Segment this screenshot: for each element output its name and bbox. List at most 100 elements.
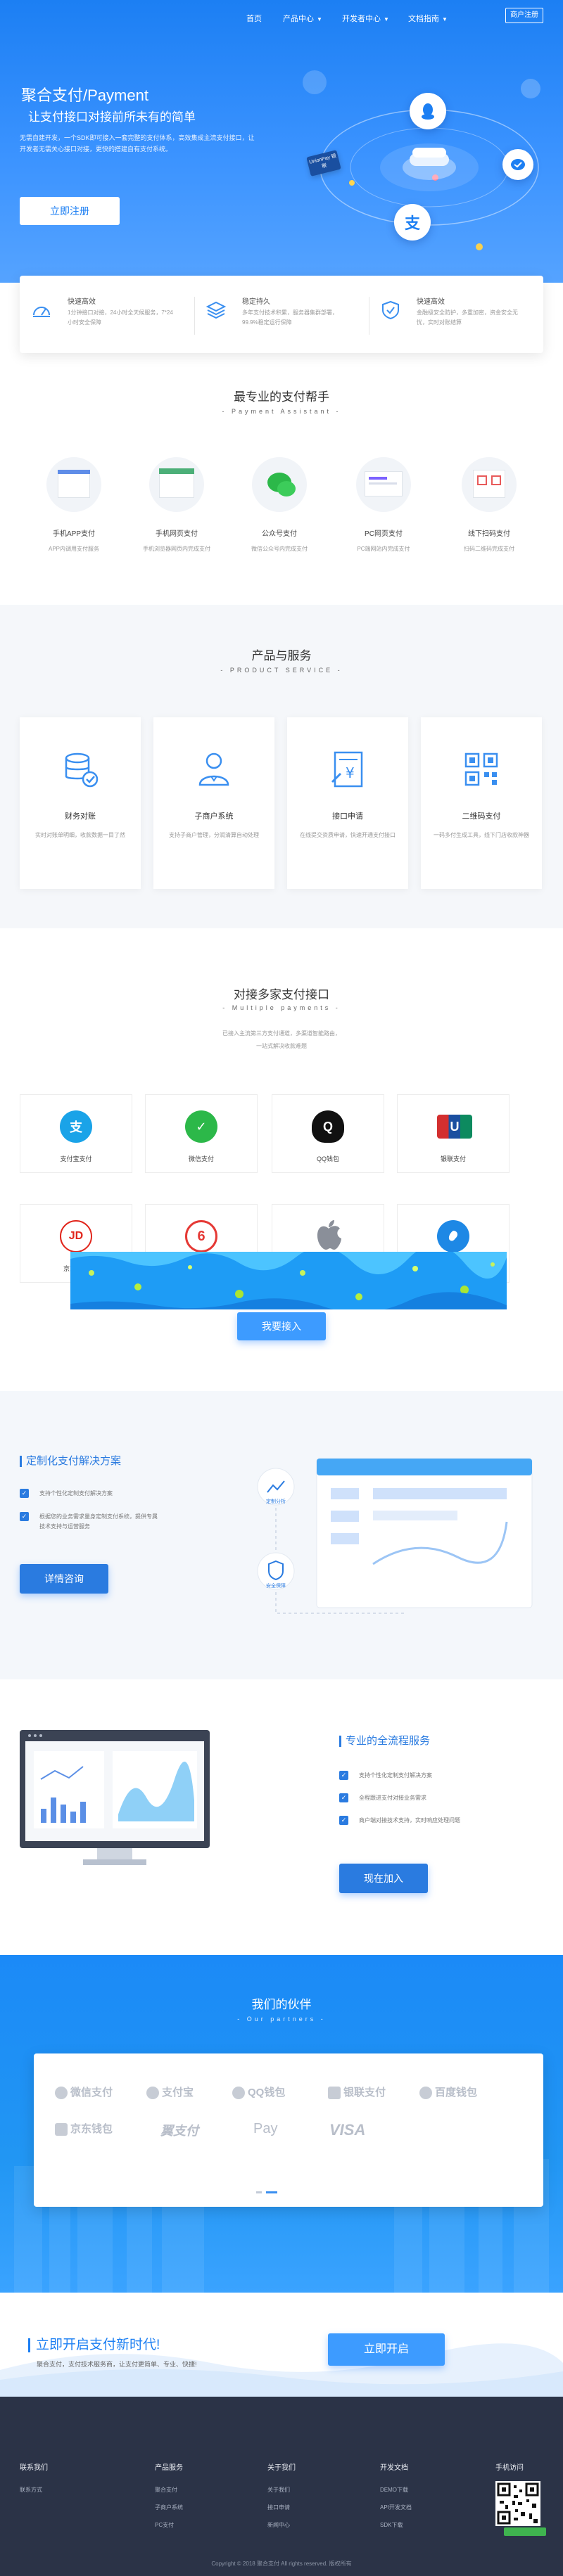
partners-title: 我们的伙伴 [251, 1998, 312, 2011]
speed-icon [33, 307, 50, 317]
partner-logo: 银联支付 [328, 2084, 386, 2100]
service-title: 专业的全流程服务 [339, 1736, 430, 1747]
assistant-item[interactable]: 手机APP支付 APP内调用支付服务 [35, 457, 113, 553]
assistant-item[interactable]: 线下扫码支付 扫码二维码完成支付 [450, 457, 528, 553]
product-card[interactable]: 财务对账 实时对账单明细，收款数据一目了然 [20, 717, 141, 889]
app-pay-icon [46, 457, 101, 512]
nav-label: 开发者中心 [342, 15, 381, 23]
partners-subtitle: - Our partners - [237, 2016, 326, 2023]
footer-link[interactable]: DEMO下载 [380, 2486, 450, 2494]
assistant-item[interactable]: PC网页支付 PC端网站内完成支付 [345, 457, 422, 553]
assistant-label: 手机APP支付 [52, 530, 95, 538]
partner-logo: 微信支付 [55, 2084, 113, 2100]
start-now-button[interactable]: 立即开启 [328, 2333, 445, 2366]
yi-pay-icon: 6 [185, 1220, 217, 1252]
footer-column: 开发文档 DEMO下载 API开发文档 SDK下载 [380, 2461, 450, 2539]
feature-title: 稳定持久 [242, 298, 270, 306]
assistant-label: 手机网页支付 [156, 530, 198, 538]
partner-name: 支付宝 [162, 2087, 194, 2098]
partner-logo: 百度钱包 [419, 2084, 478, 2100]
qr-code-icon [464, 752, 498, 786]
qr-caption-bar [504, 2527, 546, 2536]
nav-developers[interactable]: 开发者中心 ▼ [342, 13, 389, 24]
footer-link[interactable]: 子商户系统 [155, 2504, 225, 2511]
channel-card[interactable]: ✓ 微信支付 [145, 1094, 258, 1173]
channels-title: 对接多家支付接口 [234, 988, 329, 1001]
feature-desc: 多年支付技术积累，服务器集群部署，99.9%稳定运行保障 [242, 309, 338, 326]
merchant-register-button[interactable]: 商户注册 [505, 8, 543, 23]
pc-web-pay-icon [356, 457, 411, 512]
footer-link[interactable]: API开发文档 [380, 2504, 450, 2511]
product-label: 二维码支付 [462, 812, 501, 821]
footer-link[interactable]: 接口申请 [267, 2504, 338, 2511]
carousel-dot-active[interactable] [266, 2191, 277, 2193]
feature-desc: 1分钟接口对接，24小时全天候服务，7*24小时安全保障 [68, 309, 173, 326]
carousel-dot[interactable] [256, 2191, 262, 2193]
channel-card[interactable]: U 银联支付 [397, 1094, 510, 1173]
hero-description: 无需自建开发，一个SDK即可接入一套完整的支付体系，高效集成主流支付接口，让开发… [20, 134, 255, 153]
consult-details-button[interactable]: 详情咨询 [20, 1564, 108, 1594]
register-now-button[interactable]: 立即注册 [20, 197, 120, 225]
partner-name: 翼支付 [160, 2124, 198, 2138]
api-apply-icon: ¥ [331, 751, 363, 788]
nav-home[interactable]: 首页 [246, 13, 262, 24]
product-label: 子商户系统 [194, 812, 234, 821]
checkbox-icon: ✓ [339, 1816, 348, 1825]
footer-link[interactable]: 联系方式 [20, 2486, 90, 2494]
mobile-web-pay-icon [149, 457, 204, 512]
footer-link[interactable]: SDK下载 [380, 2521, 450, 2529]
nav-docs[interactable]: 文档指南 ▼ [408, 13, 448, 24]
jd-pay-icon: JD [60, 1220, 92, 1252]
unionpay-icon: U [437, 1115, 472, 1139]
channel-card[interactable]: Q QQ钱包 [272, 1094, 384, 1173]
product-card[interactable]: 子商户系统 支持子商户管理，分润清算自动处理 [153, 717, 274, 889]
cta-subtitle: 聚合支付，支付技术服务商，让支付更简单、专业、快捷! [37, 2361, 197, 2368]
apple-pay-icon [317, 1220, 341, 1250]
assistant-label: 线下扫码支付 [468, 530, 510, 538]
product-card[interactable]: 二维码支付 一码多付生成工具，线下门店收款神器 [421, 717, 542, 889]
chip-label: 安全保障 [266, 1584, 286, 1589]
join-now-button[interactable]: 现在加入 [339, 1864, 428, 1893]
partner-name: 百度钱包 [435, 2087, 478, 2098]
chip-label: 定制分析 [266, 1499, 286, 1504]
custom-solution-title: 定制化支付解决方案 [20, 1456, 121, 1467]
channel-label: 微信支付 [188, 1155, 214, 1162]
assistant-desc: PC端网站内完成支付 [357, 546, 410, 552]
cta-title: 立即开启支付新时代! [28, 2338, 160, 2352]
checkbox-icon: ✓ [339, 1793, 348, 1802]
channel-card[interactable]: 支 支付宝支付 [20, 1094, 132, 1173]
nav-label: 首页 [246, 15, 262, 23]
footer-link[interactable]: 关于我们 [267, 2486, 338, 2494]
layers-icon [205, 301, 227, 319]
footer-heading: 开发文档 [380, 2464, 408, 2472]
assistant-item[interactable]: 公众号支付 微信公众号内完成支付 [241, 457, 318, 553]
wechat-official-pay-icon [252, 457, 307, 512]
channel-label: QQ钱包 [316, 1155, 339, 1162]
footer-column: 产品服务 聚合支付 子商户系统 PC支付 [155, 2461, 225, 2539]
check-text: 支持个性化定制支付解决方案 [39, 1490, 113, 1497]
qr-code-image [495, 2481, 540, 2526]
partner-logo: VISA [329, 2121, 365, 2139]
svg-text:¥: ¥ [346, 764, 355, 781]
footer-link[interactable]: 聚合支付 [155, 2486, 225, 2494]
footer-heading: 联系我们 [20, 2464, 48, 2472]
alipay-icon: 支 [60, 1110, 92, 1143]
top-navigation: 首页 产品中心 ▼ 开发者中心 ▼ 文档指南 ▼ 商户注册 [0, 0, 563, 35]
database-check-icon [65, 752, 99, 788]
footer-link[interactable]: 新闻中心 [267, 2521, 338, 2529]
check-text: 商户端对接技术支持，实时响应处理问题 [359, 1817, 460, 1824]
footer-link[interactable]: PC支付 [155, 2521, 225, 2529]
product-desc: 在线提交资质申请，快速开通支付接口 [300, 832, 396, 838]
channels-desc-line: 已接入主流第三方支付通道，多渠道智能路由， [222, 1030, 341, 1037]
wechat-pay-icon [502, 149, 533, 180]
product-card[interactable]: ¥ 接口申请 在线提交资质申请，快速开通支付接口 [287, 717, 408, 889]
nav-products[interactable]: 产品中心 ▼ [283, 13, 322, 24]
partners-card: 微信支付 支付宝 QQ钱包 银联支付 百度钱包 京东钱包 翼支付 Pay VIS… [34, 2053, 543, 2207]
check-text: 根据您的业务需求量身定制支付系统，提供专属技术支持与运营服务 [39, 1513, 158, 1530]
assistant-item[interactable]: 手机网页支付 手机浏览器网页内完成支付 [138, 457, 215, 553]
check-text: 全程跟进支付对接业务需求 [359, 1795, 426, 1801]
chevron-down-icon: ▼ [317, 16, 322, 23]
chevron-down-icon: ▼ [442, 16, 448, 23]
feature-item: 稳定持久 多年支付技术积累，服务器集群部署，99.9%稳定运行保障 [194, 291, 363, 340]
connect-now-button[interactable]: 我要接入 [237, 1312, 326, 1340]
